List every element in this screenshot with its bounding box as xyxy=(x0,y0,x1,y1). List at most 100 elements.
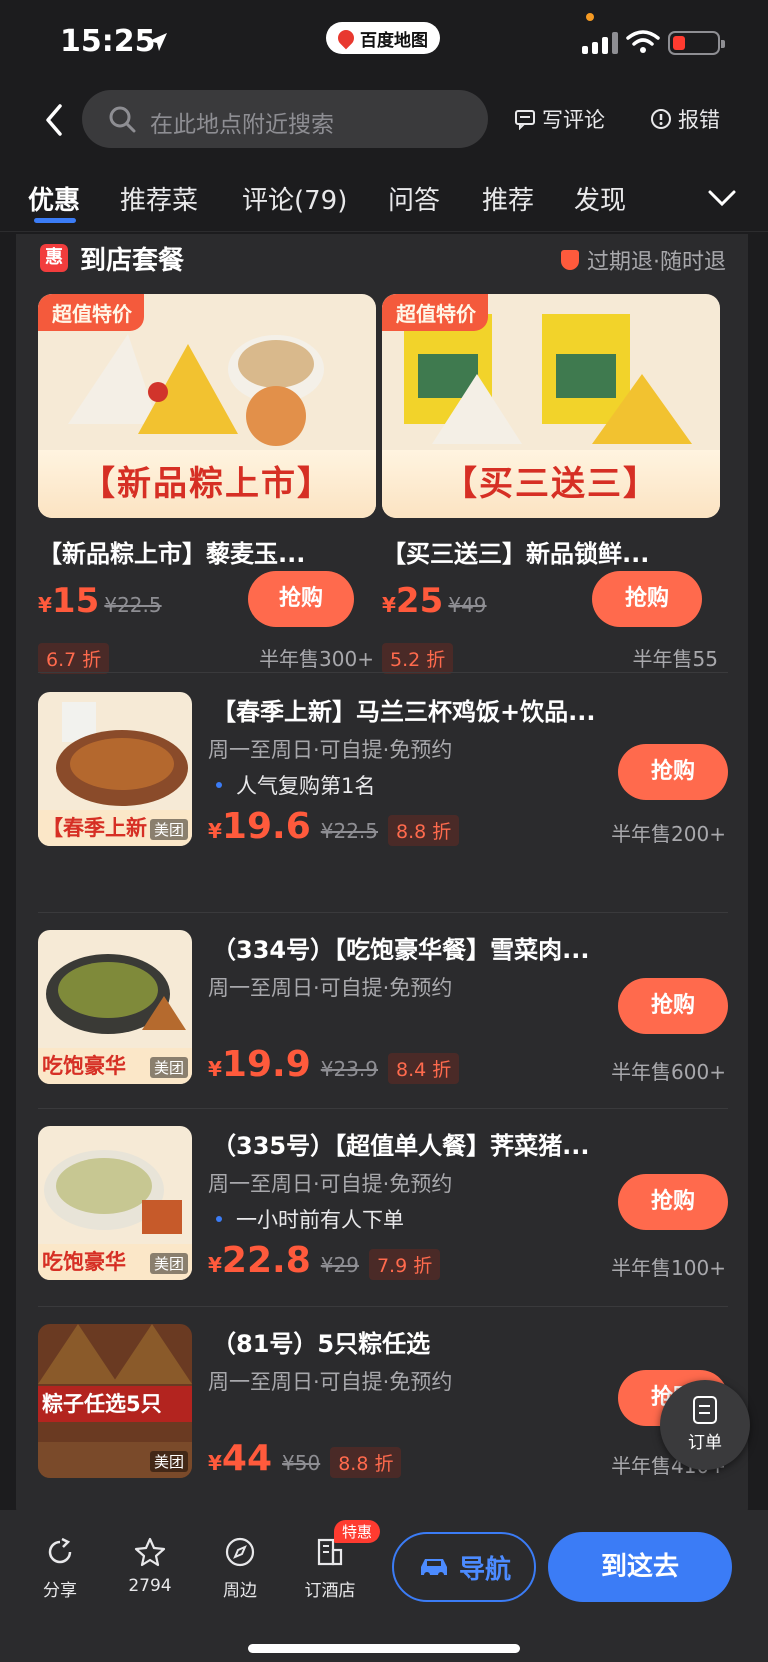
deal-banner: 【买三送三】 xyxy=(382,450,720,518)
map-pin-icon xyxy=(334,26,358,50)
chevron-down-icon[interactable] xyxy=(706,186,738,210)
shield-icon xyxy=(561,250,579,270)
write-review-button[interactable]: 写评论 xyxy=(514,104,605,134)
active-tab-indicator xyxy=(34,218,76,223)
buy-button[interactable]: 抢购 xyxy=(618,744,728,800)
favorite-count: 2794 xyxy=(128,1576,172,1596)
report-error-label: 报错 xyxy=(678,108,720,132)
tab-recommended-dishes[interactable]: 推荐菜 xyxy=(120,180,198,217)
deal-discount: 5.2 折 xyxy=(382,643,454,674)
deal-thumbnail: 吃饱豪华 美团 xyxy=(38,1126,192,1280)
deal-discount: 6.7 折 xyxy=(38,643,110,674)
deal-title: 【春季上新】马兰三杯鸡饭+饮品... xyxy=(212,698,596,726)
nearby-label: 周边 xyxy=(223,1581,257,1601)
thumbnail-band: 粽子任选5只 xyxy=(38,1386,192,1422)
tab-deals[interactable]: 优惠 xyxy=(28,180,80,217)
hotel-button[interactable]: 订酒店 xyxy=(290,1536,370,1601)
hotel-promo-badge: 特惠 xyxy=(334,1520,381,1543)
tab-reviews[interactable]: 评论(79) xyxy=(242,180,347,217)
navigate-label: 导航 xyxy=(458,1554,511,1585)
divider xyxy=(38,912,728,913)
deal-terms: 周一至周日·可自提·免预约 xyxy=(208,976,453,1000)
meituan-tag: 美团 xyxy=(149,1451,188,1472)
app-pill-label: 百度地图 xyxy=(360,30,428,51)
deal-terms: 周一至周日·可自提·免预约 xyxy=(208,738,453,762)
status-time: 15:25 xyxy=(60,24,156,59)
buy-button[interactable]: 抢购 xyxy=(618,978,728,1034)
deal-title: （335号）【超值单人餐】荠菜猪... xyxy=(212,1132,590,1160)
share-icon xyxy=(48,1537,72,1564)
search-icon xyxy=(109,106,136,133)
deal-terms: 周一至周日·可自提·免预约 xyxy=(208,1172,453,1196)
deal-thumbnail: 【春季上新 美团 xyxy=(38,692,192,846)
deal-price: ¥44 xyxy=(208,1438,273,1479)
divider xyxy=(38,672,728,673)
buy-button[interactable]: 抢购 xyxy=(248,571,354,627)
featured-deal[interactable]: 超值特价 【买三送三】 【买三送三】新品锁鲜... ¥25 ¥49 抢购 5.2… xyxy=(382,294,720,674)
share-button[interactable]: 分享 xyxy=(20,1536,100,1601)
deal-discount: 8.8 折 xyxy=(388,815,460,846)
deal-discount: 7.9 折 xyxy=(368,1249,441,1280)
deal-discount: 8.8 折 xyxy=(330,1447,402,1478)
deal-row[interactable]: 【春季上新 美团 【春季上新】马兰三杯鸡饭+饮品... 周一至周日·可自提·免预… xyxy=(16,686,748,866)
buy-button[interactable]: 抢购 xyxy=(618,1174,728,1230)
car-icon xyxy=(420,1559,447,1578)
nearby-button[interactable]: 周边 xyxy=(200,1536,280,1601)
deal-title: （334号）【吃饱豪华餐】雪菜肉... xyxy=(212,936,590,964)
deal-original-price: ¥29 xyxy=(320,1253,359,1277)
alert-icon xyxy=(651,109,671,129)
deal-discount: 8.4 折 xyxy=(388,1053,460,1084)
deal-original-price: ¥49 xyxy=(448,593,487,617)
back-icon[interactable] xyxy=(40,100,70,140)
deal-original-price: ¥22.5 xyxy=(104,593,162,617)
deal-title: （81号）5只粽任选 xyxy=(212,1330,431,1358)
tab-bar: 优惠 推荐菜 评论(79) 问答 推荐 发现 xyxy=(0,168,768,232)
deal-sold-count: 半年售55 xyxy=(632,647,718,671)
deal-row[interactable]: 吃饱豪华 美团 （334号）【吃饱豪华餐】雪菜肉... 周一至周日·可自提·免预… xyxy=(16,924,748,1104)
deal-name: 【新品粽上市】藜麦玉... xyxy=(38,540,306,568)
home-indicator[interactable] xyxy=(248,1644,520,1653)
report-error-button[interactable]: 报错 xyxy=(650,104,720,134)
featured-deal[interactable]: 超值特价 【新品粽上市】 【新品粽上市】藜麦玉... ¥15 ¥22.5 抢购 … xyxy=(38,294,376,674)
section-title: 到店套餐 xyxy=(80,246,185,276)
buy-button[interactable]: 抢购 xyxy=(592,571,702,627)
cellular-signal-icon xyxy=(582,32,618,54)
divider xyxy=(38,1108,728,1109)
deal-name: 【买三送三】新品锁鲜... xyxy=(382,540,650,568)
deal-banner: 【新品粽上市】 xyxy=(38,450,376,518)
deal-row[interactable]: 吃饱豪华 美团 （335号）【超值单人餐】荠菜猪... 周一至周日·可自提·免预… xyxy=(16,1120,748,1300)
wifi-icon xyxy=(626,30,660,53)
deal-row[interactable]: 粽子任选5只 美团 （81号）5只粽任选 周一至周日·可自提·免预约 ¥44 ¥… xyxy=(16,1318,748,1498)
deal-price: ¥19.6 xyxy=(208,806,311,847)
deal-thumbnail: 粽子任选5只 美团 xyxy=(38,1324,192,1478)
hotel-label: 订酒店 xyxy=(304,1581,356,1601)
discount-badge-icon: 惠 xyxy=(40,244,68,272)
share-label: 分享 xyxy=(43,1581,77,1601)
navigate-button[interactable]: 导航 xyxy=(392,1532,536,1602)
tab-discover[interactable]: 发现 xyxy=(574,180,626,217)
deal-sold-count: 半年售100+ xyxy=(611,1256,726,1280)
deal-terms: 周一至周日·可自提·免预约 xyxy=(208,1370,453,1394)
refund-policy: 过期退·随时退 xyxy=(561,244,726,276)
star-icon xyxy=(134,1537,166,1567)
deal-price: ¥15 xyxy=(38,581,100,621)
search-input[interactable]: 在此地点附近搜索 xyxy=(82,90,488,148)
status-bar: 15:25 百度地图 xyxy=(0,0,768,88)
go-here-button[interactable]: 到这去 xyxy=(548,1532,732,1602)
tab-qa[interactable]: 问答 xyxy=(388,180,440,217)
deal-sold-count: 半年售600+ xyxy=(611,1060,726,1084)
bottom-action-bar: 分享 2794 周边 订酒店 特惠 导航 到这去 xyxy=(0,1510,768,1662)
battery-icon xyxy=(668,31,725,55)
app-return-pill[interactable]: 百度地图 xyxy=(326,22,440,54)
deals-card: 惠 到店套餐 过期退·随时退 超值特价 【新品粽上市】 【新品粽上市】藜麦玉..… xyxy=(16,234,748,1524)
tab-recommend[interactable]: 推荐 xyxy=(482,180,534,217)
meituan-tag: 美团 xyxy=(149,1253,188,1274)
order-label: 订单 xyxy=(688,1433,722,1453)
deal-ribbon: 超值特价 xyxy=(382,294,488,331)
order-float-button[interactable]: 订单 xyxy=(660,1380,750,1470)
deal-sold-count: 半年售200+ xyxy=(611,822,726,846)
deal-original-price: ¥23.9 xyxy=(320,1057,379,1081)
deal-thumbnail: 吃饱豪华 美团 xyxy=(38,930,192,1084)
favorite-button[interactable]: 2794 xyxy=(110,1536,190,1596)
compass-icon xyxy=(225,1537,255,1567)
